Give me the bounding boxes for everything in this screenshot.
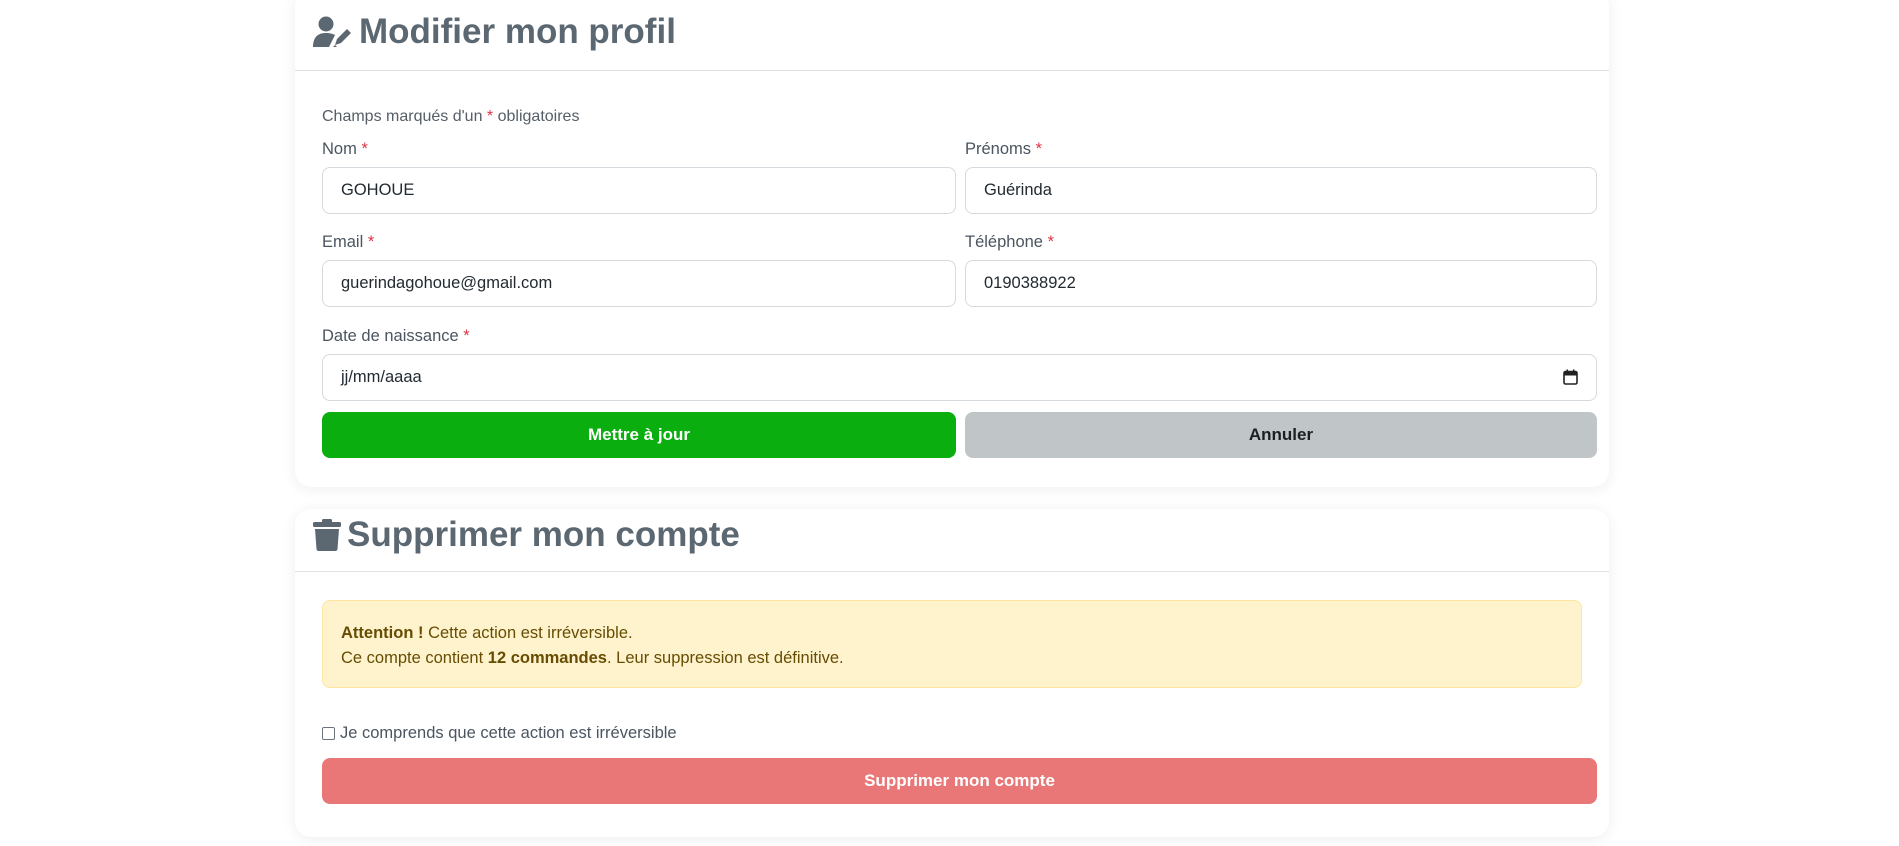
required-star: *	[1035, 140, 1043, 158]
nom-input[interactable]: GOHOUE	[322, 167, 956, 214]
delete-account-button[interactable]: Supprimer mon compte	[322, 758, 1597, 804]
birthdate-input[interactable]: jj/mm/aaaa	[322, 354, 1597, 401]
required-star: *	[463, 327, 470, 345]
cancel-button[interactable]: Annuler	[965, 412, 1597, 458]
telephone-label: Téléphone *	[965, 233, 1054, 252]
delete-account-title-text: Supprimer mon compte	[347, 515, 740, 554]
edit-profile-header: Modifier mon profil	[295, 0, 1609, 71]
birthdate-placeholder: jj/mm/aaaa	[341, 368, 422, 386]
alert-line-1: Attention ! Cette action est irréversibl…	[341, 621, 1563, 646]
prenoms-label: Prénoms *	[965, 140, 1042, 159]
update-profile-button[interactable]: Mettre à jour	[322, 412, 956, 458]
required-note-prefix: Champs marqués d'un	[322, 108, 483, 125]
trash-icon	[313, 519, 341, 551]
required-star: *	[1047, 233, 1054, 251]
nom-value: GOHOUE	[341, 181, 415, 199]
required-star: *	[361, 140, 368, 158]
user-pen-icon	[313, 16, 353, 48]
alert-line-2-suffix: . Leur suppression est définitive.	[607, 649, 844, 667]
edit-profile-title: Modifier mon profil	[313, 12, 676, 52]
birthdate-label-text: Date de naissance	[322, 327, 459, 345]
prenoms-input[interactable]: Guérinda	[965, 167, 1597, 214]
delete-account-title: Supprimer mon compte	[313, 515, 740, 555]
nom-label: Nom *	[322, 140, 368, 159]
email-value: guerindagohoue@gmail.com	[341, 274, 553, 292]
alert-strong: Attention !	[341, 624, 424, 642]
prenoms-value: Guérinda	[984, 181, 1052, 199]
confirm-checkbox[interactable]	[322, 727, 335, 740]
confirm-irreversible-checkbox-row[interactable]: Je comprends que cette action est irréve…	[322, 724, 677, 743]
delete-account-card: Supprimer mon compte Attention ! Cette a…	[295, 509, 1609, 837]
telephone-label-text: Téléphone	[965, 233, 1043, 251]
prenoms-label-text: Prénoms	[965, 140, 1032, 158]
confirm-label: Je comprends que cette action est irréve…	[340, 724, 677, 742]
order-count: 12 commandes	[487, 649, 607, 667]
email-input[interactable]: guerindagohoue@gmail.com	[322, 260, 956, 307]
calendar-icon[interactable]	[1563, 369, 1578, 390]
email-label: Email *	[322, 233, 374, 252]
edit-profile-card: Modifier mon profil Champs marqués d'un …	[295, 0, 1609, 487]
required-star: *	[367, 233, 375, 251]
alert-line-1-text: Cette action est irréversible.	[428, 624, 633, 642]
nom-label-text: Nom	[322, 140, 357, 158]
telephone-value: 0190388922	[984, 274, 1076, 292]
alert-line-2-prefix: Ce compte contient	[341, 649, 484, 667]
required-fields-note: Champs marqués d'un * obligatoires	[322, 108, 579, 126]
telephone-input[interactable]: 0190388922	[965, 260, 1597, 307]
required-note-suffix: obligatoires	[497, 108, 580, 125]
email-label-text: Email	[322, 233, 364, 251]
edit-profile-title-text: Modifier mon profil	[359, 12, 676, 51]
birthdate-label: Date de naissance *	[322, 327, 470, 346]
required-star: *	[486, 108, 494, 125]
warning-alert: Attention ! Cette action est irréversibl…	[322, 600, 1582, 688]
alert-line-2: Ce compte contient 12 commandes. Leur su…	[341, 646, 1563, 671]
delete-account-header: Supprimer mon compte	[295, 509, 1609, 572]
